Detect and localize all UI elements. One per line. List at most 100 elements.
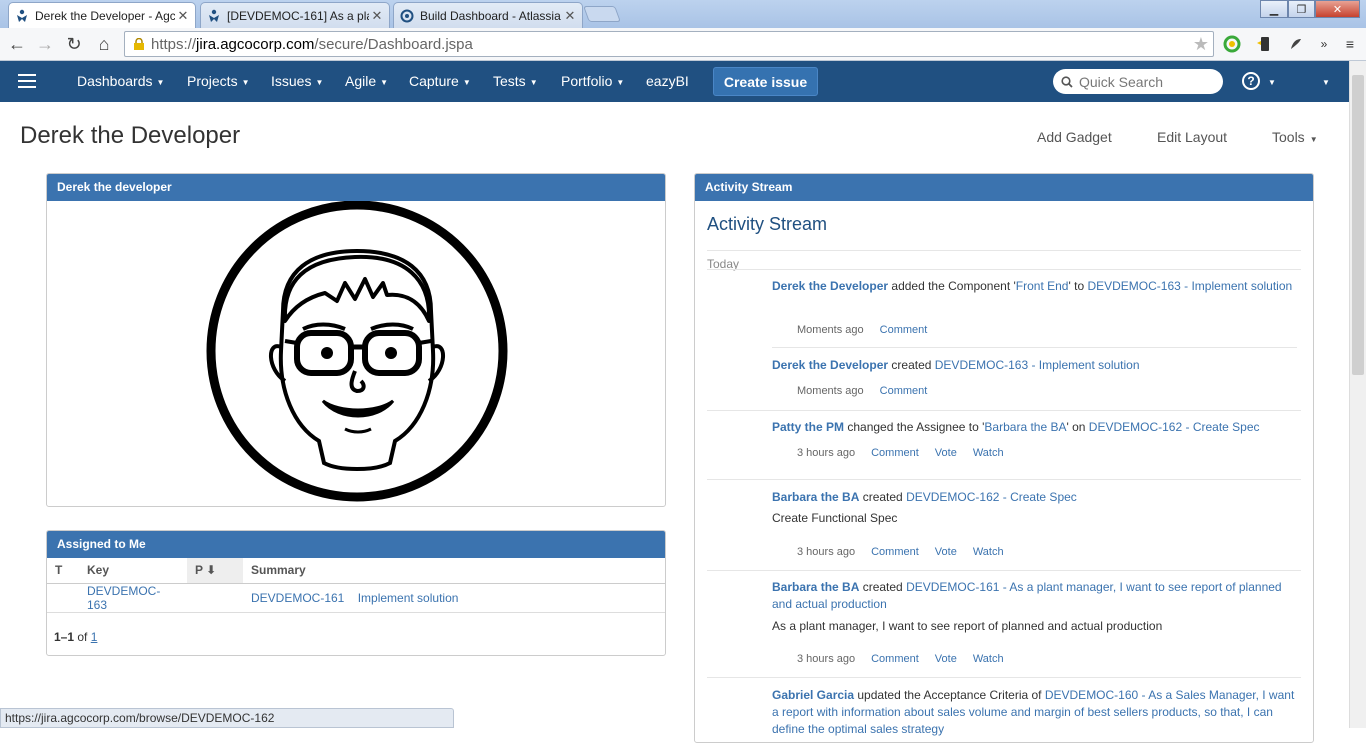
bamboo-favicon-icon (400, 9, 414, 22)
watch-link[interactable]: Watch (973, 447, 1004, 459)
pager-range: 1–1 (54, 630, 75, 644)
vote-link[interactable]: Vote (935, 447, 957, 459)
activity-description: As a plant manager, I want to see report… (772, 619, 1163, 633)
tab-title: Build Dashboard - Atlassia (420, 8, 561, 23)
developer-avatar-image (206, 201, 508, 502)
vote-link[interactable]: Vote (935, 653, 957, 665)
nav-issues[interactable]: Issues ▼ (271, 61, 323, 102)
add-gadget-button[interactable]: Add Gadget (1037, 129, 1112, 145)
quick-search-input[interactable]: Quick Search (1053, 69, 1223, 94)
issue-key-link[interactable]: DEVDEMOC-163 (79, 583, 187, 613)
component-link[interactable]: Front End (1016, 279, 1069, 293)
issue-link[interactable]: DEVDEMOC-162 - Create Spec (906, 490, 1077, 504)
activity-user-link[interactable]: Patty the PM (772, 420, 844, 434)
nav-portfolio[interactable]: Portfolio ▼ (561, 61, 624, 102)
nav-label: Capture (409, 73, 459, 89)
pager: 1–1 of 1 (54, 630, 97, 644)
activity-entry: Derek the Developer added the Component … (772, 278, 1297, 295)
create-issue-button[interactable]: Create issue (713, 67, 818, 96)
activity-time: 3 hours ago (797, 546, 856, 558)
address-bar[interactable]: https://jira.agcocorp.com/secure/Dashboa… (124, 31, 1214, 57)
issue-type-cell (47, 583, 79, 613)
parent-issue-link[interactable]: DEVDEMOC-161 (251, 591, 344, 605)
summary-link[interactable]: Implement solution (358, 591, 459, 605)
scrollbar-thumb[interactable] (1352, 75, 1364, 375)
issue-link[interactable]: DEVDEMOC-163 - Implement solution (935, 358, 1140, 372)
watch-link[interactable]: Watch (973, 546, 1004, 558)
reload-icon[interactable]: ↻ (62, 32, 86, 56)
tab-title: Derek the Developer - Agc (35, 8, 175, 23)
comment-link[interactable]: Comment (871, 447, 919, 459)
minimize-window-button[interactable]: ▁ (1260, 0, 1288, 18)
help-caret-icon[interactable]: ▼ (1264, 61, 1276, 102)
extension-phone-icon[interactable] (1254, 34, 1274, 54)
bookmark-star-icon[interactable]: ★ (1193, 34, 1209, 55)
column-summary[interactable]: Summary (243, 558, 665, 584)
nav-capture[interactable]: Capture ▼ (409, 61, 471, 102)
link-status-bar: https://jira.agcocorp.com/browse/DEVDEMO… (0, 708, 454, 728)
activity-entry: Gabriel Garcia updated the Acceptance Cr… (772, 687, 1297, 738)
assignee-link[interactable]: Barbara the BA (984, 420, 1066, 434)
back-arrow-icon[interactable]: ← (5, 32, 29, 56)
column-key[interactable]: Key (79, 558, 187, 584)
app-switcher-icon[interactable] (18, 74, 36, 88)
home-icon[interactable]: ⌂ (92, 32, 116, 56)
close-tab-icon[interactable]: ✕ (562, 8, 578, 24)
help-icon[interactable]: ? (1242, 72, 1260, 90)
nav-eazybi[interactable]: eazyBI (646, 61, 689, 102)
search-icon (1061, 75, 1073, 88)
vote-link[interactable]: Vote (935, 546, 957, 558)
extension-refresh-icon[interactable] (1222, 34, 1242, 54)
more-extensions-icon[interactable]: » (1314, 34, 1334, 54)
comment-link[interactable]: Comment (880, 324, 928, 336)
browser-tab-dashboard[interactable]: Derek the Developer - Agc ✕ (8, 2, 196, 28)
maximize-window-button[interactable]: ❐ (1288, 0, 1315, 18)
divider (707, 570, 1301, 571)
nav-projects[interactable]: Projects ▼ (187, 61, 250, 102)
activity-user-link[interactable]: Gabriel Garcia (772, 688, 854, 702)
caret-down-icon: ▼ (156, 77, 165, 87)
close-tab-icon[interactable]: ✕ (369, 8, 385, 24)
column-priority[interactable]: P ⬇ (187, 558, 243, 584)
issue-link[interactable]: DEVDEMOC-163 - Implement solution (1087, 279, 1292, 293)
comment-link[interactable]: Comment (871, 653, 919, 665)
tools-dropdown[interactable]: Tools ▼ (1272, 129, 1318, 145)
browser-tab-build[interactable]: Build Dashboard - Atlassia ✕ (393, 2, 583, 28)
gadget-title: Assigned to Me (47, 531, 665, 558)
activity-time: 3 hours ago (797, 653, 856, 665)
pager-page-link[interactable]: 1 (91, 630, 98, 644)
nav-tests[interactable]: Tests ▼ (493, 61, 538, 102)
caret-down-icon: ▼ (380, 77, 389, 87)
comment-link[interactable]: Comment (880, 385, 928, 397)
column-type[interactable]: T (47, 558, 79, 584)
divider (772, 347, 1297, 348)
activity-user-link[interactable]: Barbara the BA (772, 490, 859, 504)
divider (707, 479, 1301, 480)
forward-arrow-icon[interactable]: → (33, 32, 57, 56)
comment-link[interactable]: Comment (871, 546, 919, 558)
user-menu-caret-icon[interactable]: ▼ (1318, 61, 1330, 102)
close-tab-icon[interactable]: ✕ (175, 8, 191, 24)
nav-agile[interactable]: Agile ▼ (345, 61, 388, 102)
edit-layout-button[interactable]: Edit Layout (1157, 129, 1227, 145)
issue-link[interactable]: DEVDEMOC-162 - Create Spec (1089, 420, 1260, 434)
extension-pen-icon[interactable] (1286, 34, 1306, 54)
activity-text: added the Component ' (888, 279, 1016, 293)
activity-text: created (888, 358, 935, 372)
avatar-gadget: Derek the developer (46, 173, 666, 507)
activity-user-link[interactable]: Barbara the BA (772, 580, 859, 594)
activity-heading: Activity Stream (707, 214, 828, 234)
issue-priority-cell (187, 583, 243, 613)
new-tab-button[interactable] (583, 6, 621, 22)
tab-title: [DEVDEMOC-161] As a pla (227, 8, 369, 23)
chrome-menu-icon[interactable]: ≡ (1340, 34, 1360, 54)
activity-user-link[interactable]: Derek the Developer (772, 358, 888, 372)
watch-link[interactable]: Watch (973, 653, 1004, 665)
activity-user-link[interactable]: Derek the Developer (772, 279, 888, 293)
browser-tab-issue[interactable]: [DEVDEMOC-161] As a pla ✕ (200, 2, 390, 28)
close-window-button[interactable]: ✕ (1315, 0, 1360, 18)
nav-label: Tests (493, 73, 526, 89)
jira-favicon-icon (17, 9, 27, 22)
page-scrollbar[interactable] (1349, 61, 1366, 728)
nav-dashboards[interactable]: Dashboards ▼ (77, 61, 164, 102)
